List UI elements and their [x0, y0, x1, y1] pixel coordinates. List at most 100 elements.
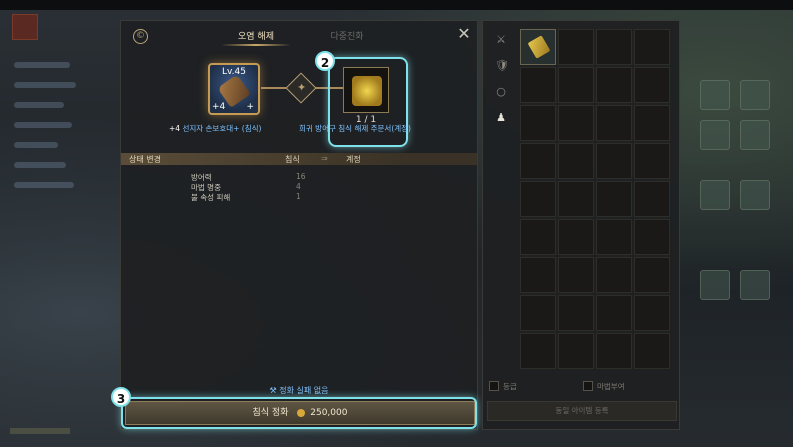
- grade-checkbox-label: 등급: [503, 382, 517, 391]
- stat-row: 방어력 16: [121, 172, 477, 182]
- inventory-slot[interactable]: [596, 143, 632, 179]
- inventory-slot[interactable]: [520, 333, 556, 369]
- hud-slot: [700, 270, 730, 300]
- stat-name: 불 속성 피해: [191, 193, 231, 202]
- inventory-slot[interactable]: [634, 181, 670, 217]
- tab-multi-evolve[interactable]: 다중진화: [307, 29, 387, 42]
- hud-slot: [740, 270, 770, 300]
- inventory-slot[interactable]: [634, 67, 670, 103]
- connector-arrow-icon: ✦: [297, 81, 307, 94]
- inventory-slot[interactable]: [520, 67, 556, 103]
- stat-header-current: 침식: [285, 155, 300, 164]
- hud-slot: [740, 120, 770, 150]
- inventory-slot[interactable]: [558, 67, 594, 103]
- inventory-slot[interactable]: [596, 181, 632, 217]
- weapon-icon[interactable]: ⚔: [495, 33, 507, 47]
- left-hud: [8, 14, 118, 414]
- emblem-icon: ©: [133, 29, 148, 44]
- hud-line: [14, 162, 66, 168]
- hud-bar: [10, 428, 70, 434]
- inventory-slot[interactable]: [634, 29, 670, 65]
- stat-value: 16: [296, 172, 306, 181]
- inventory-slot[interactable]: [520, 295, 556, 331]
- source-item-slot[interactable]: Lv.45 +4 +: [208, 63, 260, 115]
- active-tab-underline: [221, 44, 291, 46]
- panel-header: © 오염 해제 다중진화 ✕: [121, 21, 477, 51]
- inventory-slot[interactable]: [596, 257, 632, 293]
- inventory-slot-filled[interactable]: [520, 29, 556, 65]
- inventory-slot[interactable]: [596, 219, 632, 255]
- hud-slot: [700, 120, 730, 150]
- item-enhance-plus: +: [246, 102, 254, 112]
- hud-slot: [740, 80, 770, 110]
- no-fail-text: 정화 실패 없음: [279, 386, 329, 395]
- ring-icon[interactable]: ○: [495, 85, 507, 99]
- inventory-slot[interactable]: [558, 29, 594, 65]
- source-item-title: 선지자 손보호대+ (침식): [182, 124, 262, 133]
- stat-header-arrow-icon: ⇒: [321, 154, 328, 163]
- stat-value: 4: [296, 182, 301, 191]
- inventory-slot[interactable]: [558, 219, 594, 255]
- inventory-slot[interactable]: [596, 67, 632, 103]
- source-item-name: +4 선지자 손보호대+ (침식): [169, 123, 309, 134]
- stat-change-header: 상태 변경 침식 ⇒ 계정: [121, 153, 477, 165]
- stat-value: 1: [296, 192, 301, 201]
- inventory-slot[interactable]: [596, 295, 632, 331]
- material-item-name: 희귀 방어구 침식 해제 주문서(계정): [299, 124, 411, 133]
- inventory-slot[interactable]: [520, 219, 556, 255]
- inventory-slot[interactable]: [520, 143, 556, 179]
- no-fail-notice: ⚒ 정화 실패 없음: [121, 385, 477, 396]
- inventory-panel: ⚔ 🛡 ○ ♟ 등급 마법부여 동일 아이템 등록: [482, 20, 680, 430]
- tutorial-step-badge: 3: [111, 387, 131, 407]
- inventory-slot[interactable]: [634, 219, 670, 255]
- stat-header-title: 상태 변경: [129, 155, 161, 164]
- hud-slot: [700, 180, 730, 210]
- stat-row: 마법 명중 4: [121, 182, 477, 192]
- tab-purify[interactable]: 오염 해제: [216, 29, 296, 42]
- inventory-slot[interactable]: [634, 105, 670, 141]
- bag-icon[interactable]: ♟: [495, 111, 507, 125]
- inventory-grid: [520, 29, 678, 369]
- source-item-prefix: +4: [169, 124, 181, 133]
- right-hud: [690, 70, 790, 400]
- inventory-slot[interactable]: [558, 143, 594, 179]
- enchant-checkbox-label: 마법부여: [597, 382, 625, 391]
- tutorial-step-badge: 2: [315, 51, 335, 71]
- inventory-slot[interactable]: [634, 257, 670, 293]
- inventory-filter-bar: ⚔ 🛡 ○ ♟: [491, 29, 511, 129]
- inventory-slot[interactable]: [520, 181, 556, 217]
- inventory-slot[interactable]: [558, 105, 594, 141]
- item-level: Lv.45: [222, 67, 246, 77]
- armor-icon[interactable]: 🛡: [495, 59, 509, 73]
- stat-row: 불 속성 피해 1: [121, 192, 477, 202]
- inventory-slot[interactable]: [520, 105, 556, 141]
- inventory-slot[interactable]: [634, 143, 670, 179]
- bottom-left-hud: [10, 404, 70, 434]
- inventory-slot[interactable]: [558, 333, 594, 369]
- tutorial-highlight-button: [121, 397, 477, 429]
- grade-checkbox[interactable]: [489, 381, 499, 391]
- inventory-slot[interactable]: [558, 257, 594, 293]
- hud-line: [14, 62, 70, 68]
- avatar: [12, 14, 38, 40]
- inventory-slot[interactable]: [634, 295, 670, 331]
- inventory-slot[interactable]: [520, 257, 556, 293]
- inventory-slot[interactable]: [558, 181, 594, 217]
- inventory-slot[interactable]: [596, 29, 632, 65]
- hud-slot: [740, 180, 770, 210]
- inventory-slot[interactable]: [596, 105, 632, 141]
- hud-line: [14, 182, 74, 188]
- enchant-checkbox[interactable]: [583, 381, 593, 391]
- stat-header-next: 계정: [346, 155, 361, 164]
- inventory-slot[interactable]: [596, 333, 632, 369]
- hud-line: [14, 122, 72, 128]
- inventory-slot[interactable]: [634, 333, 670, 369]
- purification-panel: © 오염 해제 다중진화 ✕ ✦ Lv.45 +4 + 1 / 1 2 +4 선…: [111, 20, 478, 430]
- crossed-tools-icon: ⚒: [269, 386, 277, 395]
- inventory-slot[interactable]: [558, 295, 594, 331]
- register-same-item-button[interactable]: 동일 아이템 등록: [487, 401, 677, 421]
- item-enhance-level: +4: [212, 102, 226, 112]
- hud-line: [14, 142, 58, 148]
- close-icon[interactable]: ✕: [456, 26, 472, 42]
- hud-slot: [700, 80, 730, 110]
